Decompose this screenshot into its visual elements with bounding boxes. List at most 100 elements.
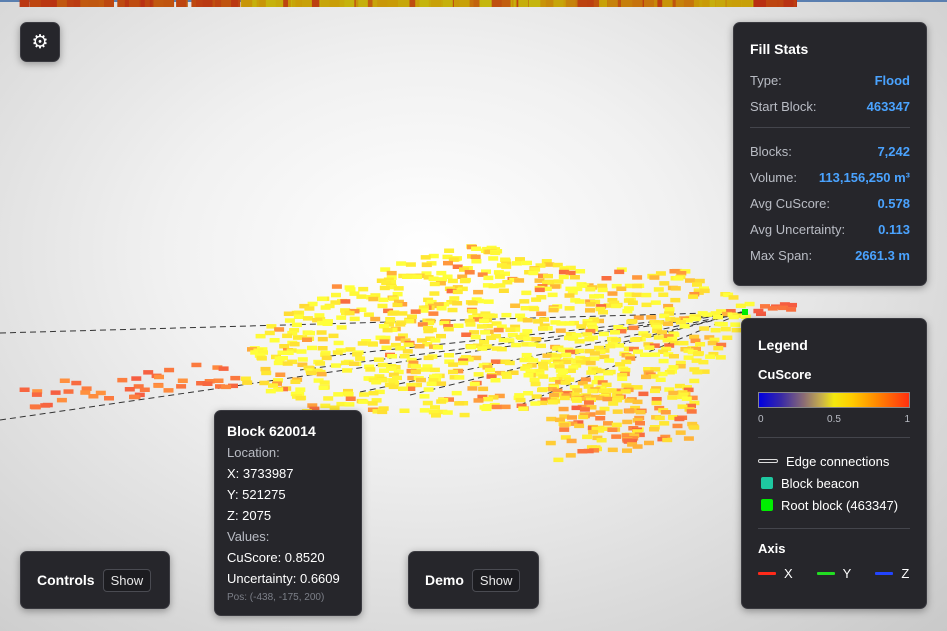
block-cube <box>255 0 266 355</box>
block-cube <box>304 0 315 371</box>
block-cube <box>287 0 298 346</box>
block-cube <box>402 0 412 279</box>
block-cube <box>670 0 681 346</box>
cuscore-scale-title: CuScore <box>758 367 812 382</box>
block-cube <box>428 0 439 383</box>
block-cube <box>154 0 164 380</box>
block-cube <box>697 0 708 316</box>
block-cube <box>612 0 623 308</box>
block-cube <box>630 0 641 342</box>
block-cube <box>437 0 448 282</box>
block-cube <box>425 0 436 341</box>
block-cube <box>714 0 725 327</box>
block-cube <box>587 0 598 290</box>
block-cube <box>537 0 548 289</box>
block-cube <box>130 0 141 400</box>
block-cube <box>707 0 718 346</box>
block-cube <box>577 0 588 410</box>
block-cube <box>616 0 627 272</box>
block-cube <box>400 0 411 343</box>
block-cube <box>459 0 470 362</box>
block-cube <box>218 0 229 371</box>
block-cube <box>542 0 553 286</box>
block-cube <box>151 0 162 379</box>
block-cube <box>463 0 474 362</box>
block-cube <box>601 0 612 281</box>
block-cube <box>430 0 441 343</box>
block-cube <box>720 0 731 297</box>
block-cube <box>420 0 431 372</box>
block-cube <box>511 0 522 348</box>
block-cube <box>511 0 522 266</box>
block-cloud <box>19 0 797 463</box>
block-cube <box>407 0 417 319</box>
tick-label: 1 <box>904 414 910 425</box>
block-cube <box>452 0 463 290</box>
block-cube <box>458 0 469 363</box>
block-cube <box>595 0 606 312</box>
block-cube <box>683 0 694 441</box>
block-cube <box>344 0 355 290</box>
stat-max-span: Max Span: 2661.3 m <box>750 242 910 268</box>
block-cube <box>376 0 387 283</box>
settings-button[interactable]: ⚙ <box>20 22 60 62</box>
legend-label: Block beacon <box>781 475 860 491</box>
block-cube <box>242 0 253 385</box>
block-cube <box>496 0 507 329</box>
block-cube <box>397 0 408 316</box>
location-label: Location: <box>227 445 280 460</box>
block-cube <box>370 0 381 412</box>
block-cube <box>331 0 342 289</box>
block-cube <box>632 0 643 434</box>
block-cube <box>80 0 91 395</box>
block-cube <box>547 0 558 358</box>
block-cube <box>559 0 570 271</box>
block-cube <box>513 0 524 401</box>
block-cube <box>629 0 640 438</box>
block-cube <box>405 0 416 391</box>
block-cube <box>680 0 691 274</box>
block-cube <box>552 0 562 351</box>
block-cube <box>519 0 530 338</box>
block-cube <box>297 0 308 340</box>
block-cube <box>668 0 679 336</box>
block-cube <box>356 0 367 312</box>
divider <box>758 437 910 438</box>
block-cube <box>715 0 726 360</box>
block-cube <box>579 0 590 417</box>
block-cube <box>398 0 409 279</box>
stat-value: Flood <box>874 72 910 88</box>
block-cube <box>303 0 314 371</box>
block-cube <box>538 0 548 392</box>
block-cube <box>515 0 526 340</box>
block-cube <box>688 0 699 299</box>
block-cube <box>299 0 310 309</box>
block-cube <box>250 0 261 355</box>
block-cube <box>389 0 400 315</box>
block-cube <box>488 0 499 261</box>
block-cube <box>131 0 142 381</box>
block-cube <box>256 0 267 360</box>
block-cube <box>553 0 564 397</box>
block-cube <box>377 0 388 415</box>
cuscore-scale-ticks: 0 0.5 1 <box>758 414 910 425</box>
block-cube <box>443 0 453 266</box>
block-cube <box>240 0 251 381</box>
controls-show-button[interactable]: Show <box>102 568 152 592</box>
block-cube <box>230 0 241 381</box>
block-cube <box>459 0 469 272</box>
block-cube <box>304 0 315 341</box>
block-cube <box>278 0 288 392</box>
block-cube <box>421 0 432 267</box>
block-cube <box>616 0 627 291</box>
block-cube <box>663 0 674 357</box>
block-cube <box>523 0 534 342</box>
block-cube <box>659 0 670 286</box>
block-cube <box>482 0 493 252</box>
block-cube <box>471 0 482 361</box>
block-cube <box>143 0 154 375</box>
block-cube <box>661 0 672 352</box>
block-cube <box>260 0 271 372</box>
z-axis-line-icon <box>875 572 894 575</box>
demo-show-button[interactable]: Show <box>471 568 521 592</box>
